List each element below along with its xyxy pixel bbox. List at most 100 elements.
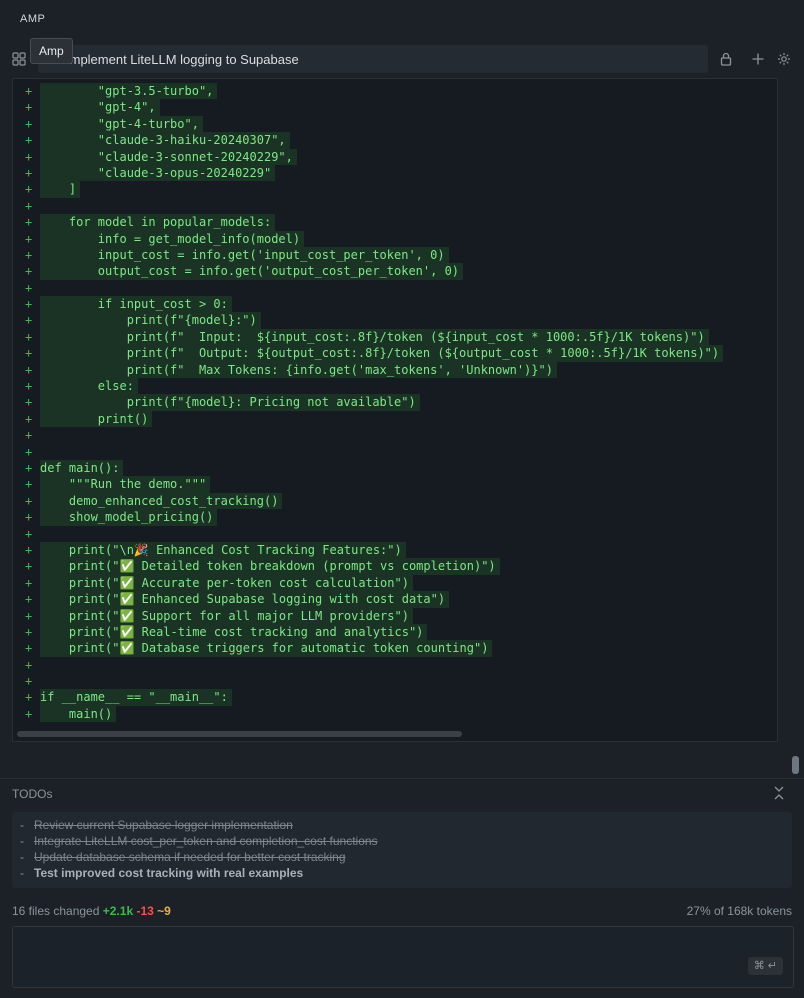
token-usage: 27% of 168k tokens [686, 904, 792, 918]
code-line: + demo_enhanced_cost_tracking() [13, 492, 777, 510]
diff-add-marker: + [25, 706, 33, 721]
diff-add-marker: + [25, 411, 33, 426]
gear-icon[interactable] [777, 52, 791, 66]
files-changed[interactable]: 16 files changed [12, 904, 99, 918]
thread-header: Implement LiteLLM logging to Supabase [8, 44, 796, 74]
code-text: print("✅ Detailed token breakdown (promp… [40, 558, 500, 575]
code-line: + print("✅ Database triggers for automat… [13, 640, 777, 657]
code-text: print("\n🎉 Enhanced Cost Tracking Featur… [40, 541, 406, 559]
diff-add-marker: + [25, 690, 33, 705]
thread-title: Implement LiteLLM logging to Supabase [66, 52, 299, 67]
todo-text: Test improved cost tracking with real ex… [34, 866, 304, 880]
code-line: + input_cost = info.get('input_cost_per_… [13, 246, 777, 264]
diff-add-marker: + [25, 346, 33, 361]
diff-add-marker: + [25, 624, 33, 639]
code-text: demo_enhanced_cost_tracking() [40, 492, 283, 510]
diff-add-marker: + [25, 182, 33, 197]
diff-add-marker: + [25, 329, 33, 344]
thread-title-box[interactable]: Implement LiteLLM logging to Supabase [38, 45, 708, 73]
vertical-scrollbar[interactable] [792, 756, 799, 774]
code-line: + def main(): [13, 459, 777, 477]
code-line: + for model in popular_models: [13, 214, 777, 231]
code-diff-panel[interactable]: + "gpt-3.5-turbo", + "gpt-4", + "gpt-4-tur… [12, 78, 778, 742]
code-line: + print(f"{model}: Pricing not available… [13, 394, 777, 411]
code-text: show_model_pricing() [40, 509, 218, 526]
lines-removed: -13 [136, 904, 154, 918]
diff-add-marker: + [25, 198, 33, 213]
code-line: + print(f" Max Tokens: {info.get('max_to… [13, 361, 777, 379]
todos-title: TODOs [12, 787, 53, 801]
diff-add-marker: + [25, 231, 33, 246]
code-text: "claude-3-sonnet-20240229", [40, 148, 297, 165]
diff-add-marker: + [25, 460, 33, 475]
lock-icon[interactable] [719, 52, 733, 66]
diff-add-marker: + [25, 428, 33, 443]
code-text: "claude-3-haiku-20240307", [40, 132, 290, 149]
code-text: """Run the demo.""" [40, 476, 211, 493]
code-line: + if __name__ == "__main__": [13, 689, 777, 706]
grid-icon[interactable] [12, 52, 26, 66]
diff-add-marker: + [25, 264, 33, 279]
diff-add-marker: + [25, 362, 33, 377]
code-text: print(f"{model}:") [40, 312, 261, 329]
code-line: + if input_cost > 0: [13, 296, 777, 313]
horizontal-scrollbar[interactable] [17, 731, 462, 737]
code-line: + main() [13, 705, 777, 723]
todo-item: - Update database schema if needed for be… [20, 850, 346, 864]
todo-bullet: - [20, 818, 24, 832]
panel-name: AMP [20, 13, 46, 25]
code-text: print() [40, 410, 153, 428]
diff-add-marker: + [25, 444, 33, 459]
diff-add-marker: + [25, 592, 33, 607]
code-line: + [13, 526, 777, 542]
diff-add-marker: + [25, 674, 33, 689]
code-text: info = get_model_info(model) [40, 230, 305, 247]
code-line: + print(f" Output: ${output_cost:.8f}/to… [13, 345, 777, 362]
code-line: + else: [13, 378, 777, 395]
code-text: print(f" Max Tokens: {info.get('max_toke… [40, 361, 557, 379]
code-line: + """Run the demo.""" [13, 476, 777, 493]
code-line: + "gpt-4", [13, 99, 777, 116]
todo-text: Integrate LiteLLM cost_per_token and com… [34, 834, 378, 848]
code-line: + show_model_pricing() [13, 509, 777, 526]
code-text: main() [40, 705, 117, 723]
diff-add-marker: + [25, 100, 33, 115]
code-text: "gpt-3.5-turbo", [40, 83, 218, 100]
diff-add-marker: + [25, 149, 33, 164]
submit-shortcut-hint[interactable]: ⌘ ↵ [747, 957, 783, 975]
code-line: + [13, 673, 777, 689]
diff-add-marker: + [25, 116, 33, 131]
todo-text: Update database schema if needed for bet… [34, 850, 346, 864]
code-line: + print("✅ Accurate per-token cost calcu… [13, 574, 777, 592]
code-text: print("✅ Real-time cost tracking and ana… [40, 623, 428, 641]
diff-add-marker: + [25, 477, 33, 492]
code-line: + print("✅ Enhanced Supabase logging wit… [13, 591, 777, 608]
code-text: for model in popular_models: [40, 214, 276, 231]
plus-icon[interactable] [751, 52, 765, 66]
diff-add-marker: + [25, 313, 33, 328]
diff-add-marker: + [25, 280, 33, 295]
code-text: print(f"{model}: Pricing not available") [40, 394, 420, 411]
code-text: output_cost = info.get('output_cost_per_… [40, 263, 464, 280]
code-line: + [13, 444, 777, 460]
diff-add-marker: + [25, 559, 33, 574]
diff-add-marker: + [25, 297, 33, 312]
code-text: print(f" Output: ${output_cost:.8f}/toke… [40, 345, 724, 362]
collapse-icon[interactable] [772, 785, 786, 801]
diff-add-marker: + [25, 510, 33, 525]
code-line: + [13, 427, 777, 443]
lines-modified: ~9 [157, 904, 171, 918]
code-line: + [13, 657, 777, 673]
message-input[interactable]: ⌘ ↵ [12, 926, 794, 988]
code-line: + "gpt-3.5-turbo", [13, 83, 777, 100]
code-text: input_cost = info.get('input_cost_per_to… [40, 246, 449, 264]
code-text: print(f" Input: ${input_cost:.8f}/token … [40, 328, 709, 346]
todos-list: - Review current Supabase logger implemen… [12, 812, 792, 888]
diff-add-marker: + [25, 608, 33, 623]
diff-add-marker: + [25, 395, 33, 410]
amp-tooltip: Amp [30, 38, 73, 64]
todo-bullet: - [20, 850, 24, 864]
code-text: else: [40, 378, 138, 395]
todo-item: - Integrate LiteLLM cost_per_token and co… [20, 834, 378, 848]
diff-add-marker: + [25, 165, 33, 180]
